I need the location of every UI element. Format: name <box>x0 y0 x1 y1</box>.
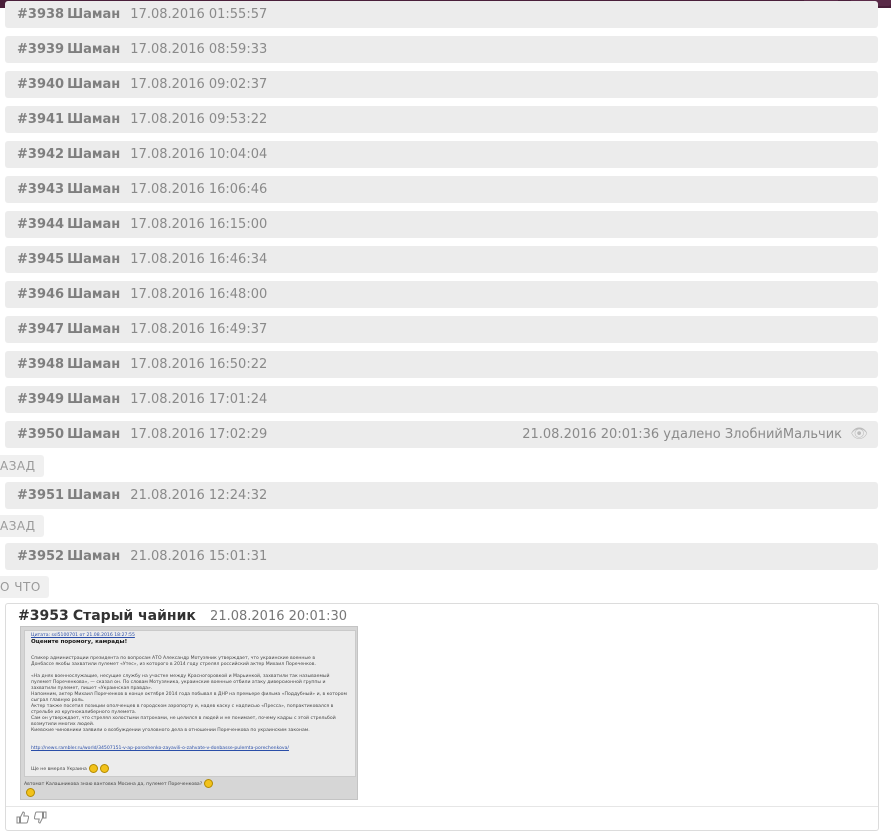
side-tag[interactable]: АЗАД <box>0 515 44 537</box>
thumbs-up-icon[interactable] <box>16 811 30 827</box>
post-date: 17.08.2016 16:06:46 <box>130 182 268 197</box>
post-date: 17.08.2016 17:01:24 <box>130 392 268 407</box>
collapsed-post-row[interactable]: #3950 Шаман 17.08.2016 17:02:29 21.08.2016 … <box>5 421 878 448</box>
side-tag[interactable]: О ЧТО <box>0 576 49 598</box>
post-author[interactable]: Шаман <box>67 252 120 267</box>
post-header: #3953 Старый чайник 21.08.2016 20:01:30 <box>18 608 347 624</box>
post-date: 17.08.2016 16:15:00 <box>130 217 268 232</box>
reply-smiley <box>24 788 35 797</box>
quote-line: сыграл главную роль. <box>31 698 85 703</box>
post-author[interactable]: Шаман <box>67 488 120 503</box>
collapsed-post-row[interactable]: #3951 Шаман 21.08.2016 12:24:32 <box>5 482 878 509</box>
post-number[interactable]: #3938 <box>17 7 64 22</box>
post-actions <box>6 806 878 831</box>
post-number[interactable]: #3947 <box>17 322 64 337</box>
quote-line: захватили пулемет, пишет «Украинская пра… <box>31 686 153 691</box>
quote-line: Киевские чиновники заявили о возбуждении… <box>31 728 310 733</box>
quote-line: пулемет Пореченкова», — сказал он. По сл… <box>31 680 326 685</box>
post-date: 17.08.2016 16:49:37 <box>130 322 268 337</box>
side-tag[interactable]: АЗАД <box>0 455 44 477</box>
post-number[interactable]: #3941 <box>17 112 64 127</box>
collapsed-post-row[interactable]: #3945 Шаман 17.08.2016 16:46:34 <box>5 246 878 273</box>
post-number[interactable]: #3950 <box>17 427 64 442</box>
collapsed-post-row[interactable]: #3942 Шаман 17.08.2016 10:04:04 <box>5 141 878 168</box>
collapsed-post-row[interactable]: #3948 Шаман 17.08.2016 16:50:22 <box>5 351 878 378</box>
collapsed-post-row[interactable]: #3943 Шаман 17.08.2016 16:06:46 <box>5 176 878 203</box>
post-author[interactable]: Шаман <box>67 427 120 442</box>
post-number[interactable]: #3946 <box>17 287 64 302</box>
collapsed-post-row[interactable]: #3952 Шаман 21.08.2016 15:01:31 <box>5 543 878 570</box>
thumbs-down-icon[interactable] <box>33 811 47 827</box>
quote-link[interactable]: http://news.rambler.ru/world/34507151-v-… <box>31 746 289 752</box>
post-date: 21.08.2016 15:01:31 <box>130 549 268 564</box>
post-author[interactable]: Шаман <box>67 287 120 302</box>
post-author[interactable]: Шаман <box>67 392 120 407</box>
post-number[interactable]: #3942 <box>17 147 64 162</box>
post-date: 17.08.2016 01:55:57 <box>130 7 268 22</box>
post-date: 17.08.2016 09:53:22 <box>130 112 268 127</box>
post-number[interactable]: #3951 <box>17 488 64 503</box>
post-author[interactable]: Шаман <box>67 322 120 337</box>
quote-line: возмутили многих людей. <box>31 722 95 727</box>
post-author[interactable]: Шаман <box>67 7 120 22</box>
quote-title: Оцените поромогу, камрады! <box>31 639 128 645</box>
post-number[interactable]: #3944 <box>17 217 64 232</box>
smiley-icon <box>204 779 214 788</box>
post-number[interactable]: #3953 <box>18 608 69 624</box>
post-author[interactable]: Шаман <box>67 147 120 162</box>
smiley-icon <box>88 764 98 773</box>
post-number[interactable]: #3939 <box>17 42 64 57</box>
smiley-icon <box>99 764 109 773</box>
expanded-post: #3953 Старый чайник 21.08.2016 20:01:30 … <box>5 603 879 831</box>
quote-header[interactable]: Цитата: ssl5100701 от 21.08.2016 18:27:5… <box>31 633 135 639</box>
quote-line: Донбассе якобы захватили пулемет «Утес»,… <box>31 662 316 667</box>
post-number[interactable]: #3952 <box>17 549 64 564</box>
post-date: 21.08.2016 20:01:30 <box>210 609 347 624</box>
collapsed-post-row[interactable]: #3938 Шаман 17.08.2016 01:55:57 <box>5 1 878 28</box>
post-author[interactable]: Шаман <box>67 357 120 372</box>
collapsed-post-row[interactable]: #3949 Шаман 17.08.2016 17:01:24 <box>5 386 878 413</box>
post-date: 17.08.2016 16:46:34 <box>130 252 268 267</box>
post-author[interactable]: Шаман <box>67 42 120 57</box>
collapsed-post-row[interactable]: #3947 Шаман 17.08.2016 16:49:37 <box>5 316 878 343</box>
deleted-note: 21.08.2016 20:01:36 удалено ЗлобнийМальч… <box>522 427 842 442</box>
smiley-icon <box>26 788 35 797</box>
quote-line: Актер также посетил позиции ополченцев в… <box>31 704 334 709</box>
post-date: 17.08.2016 16:50:22 <box>130 357 268 372</box>
post-number[interactable]: #3945 <box>17 252 64 267</box>
post-author[interactable]: Шаман <box>67 217 120 232</box>
post-date: 21.08.2016 12:24:32 <box>130 488 268 503</box>
collapsed-post-row[interactable]: #3946 Шаман 17.08.2016 16:48:00 <box>5 281 878 308</box>
collapsed-post-row[interactable]: #3941 Шаман 17.08.2016 09:53:22 <box>5 106 878 133</box>
post-author[interactable]: Шаман <box>67 77 120 92</box>
quote-footer: Ще не вмерла Украина <box>31 764 109 773</box>
quote-box: Цитата: ssl5100701 от 21.08.2016 18:27:5… <box>24 630 356 777</box>
post-date: 17.08.2016 08:59:33 <box>130 42 268 57</box>
quote-line: «На днях военнослужащие, несущие службу … <box>31 674 330 679</box>
post-date: 17.08.2016 17:02:29 <box>130 427 268 442</box>
post-author[interactable]: Шаман <box>67 112 120 127</box>
collapsed-post-row[interactable]: #3939 Шаман 17.08.2016 08:59:33 <box>5 36 878 63</box>
post-date: 17.08.2016 16:48:00 <box>130 287 268 302</box>
post-number[interactable]: #3943 <box>17 182 64 197</box>
reply-text: Автомат Калашникова знаю вантовка Мосина… <box>24 779 214 788</box>
eye-icon[interactable]: 👁 <box>850 421 868 448</box>
quote-line: стрельбе из крупнокалиберного пулемета. <box>31 710 137 715</box>
post-number[interactable]: #3940 <box>17 77 64 92</box>
post-number[interactable]: #3948 <box>17 357 64 372</box>
post-author[interactable]: Шаман <box>67 182 120 197</box>
quoted-screenshot: Цитата: ssl5100701 от 21.08.2016 18:27:5… <box>20 626 358 800</box>
post-number[interactable]: #3949 <box>17 392 64 407</box>
post-date: 17.08.2016 10:04:04 <box>130 147 268 162</box>
post-author[interactable]: Шаман <box>67 549 120 564</box>
collapsed-post-row[interactable]: #3944 Шаман 17.08.2016 16:15:00 <box>5 211 878 238</box>
quote-line: Напомним, актер Михаил Пореченков в конц… <box>31 692 347 697</box>
post-date: 17.08.2016 09:02:37 <box>130 77 268 92</box>
quote-line: Сам он утверждает, что стрелял холостыми… <box>31 716 336 721</box>
quote-line: Спикер администрации президента по вопро… <box>31 656 316 661</box>
collapsed-post-row[interactable]: #3940 Шаман 17.08.2016 09:02:37 <box>5 71 878 98</box>
post-author[interactable]: Старый чайник <box>73 608 196 624</box>
